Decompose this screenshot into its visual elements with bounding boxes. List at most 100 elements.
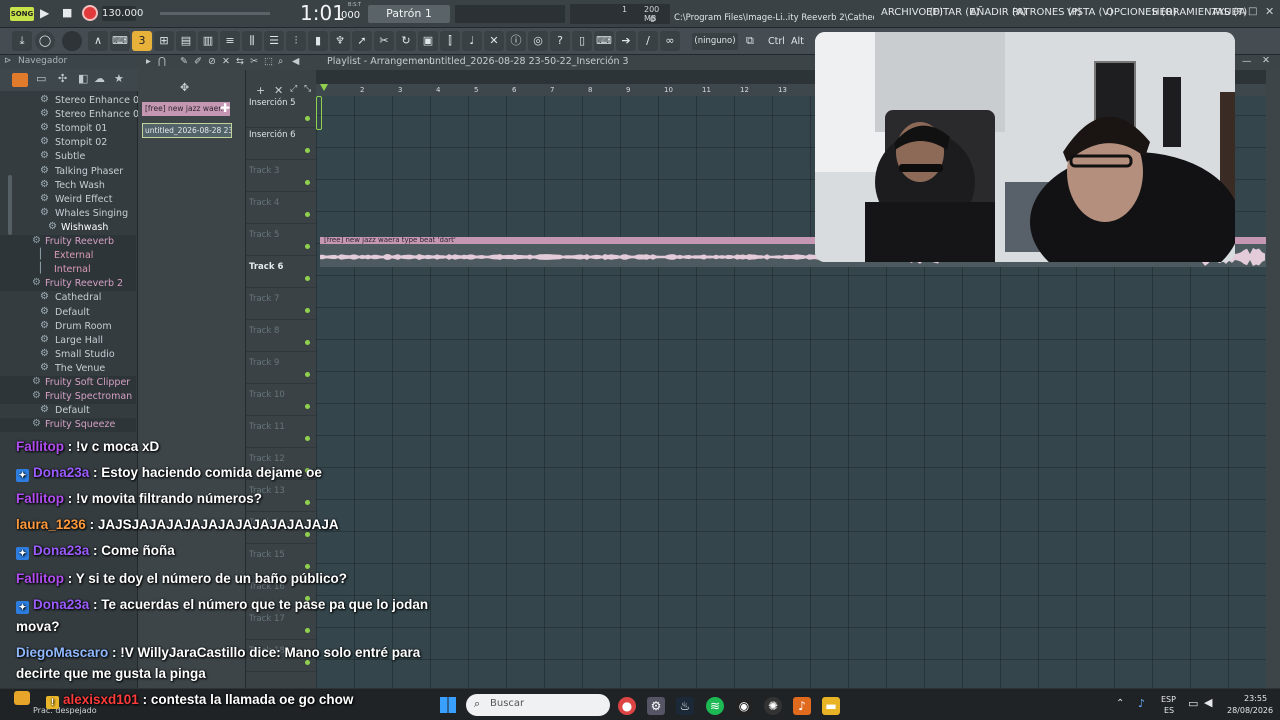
browser-item[interactable]: ⚙ Small Studio bbox=[0, 348, 136, 362]
browser-item[interactable]: ⚙ Weird Effect bbox=[0, 193, 136, 207]
search-box[interactable]: ⌕ Buscar bbox=[466, 694, 610, 716]
star-icon[interactable]: ★ bbox=[114, 72, 124, 85]
browser-item[interactable]: ⚙ Fruity Squeeze bbox=[0, 418, 136, 433]
plugin-icon[interactable]: ♆ bbox=[330, 31, 350, 51]
browser-item[interactable]: ⚙ Fruity Soft Clipper bbox=[0, 376, 136, 390]
track-enable-led[interactable] bbox=[305, 148, 310, 153]
browser-item[interactable]: ⚙ Fruity Reeverb 2 bbox=[0, 277, 136, 292]
track-enable-led[interactable] bbox=[305, 276, 310, 281]
browser-item[interactable]: ⚙ Fruity Spectroman bbox=[0, 390, 136, 405]
windows-start-icon[interactable] bbox=[440, 697, 456, 713]
minimize-icon[interactable]: — bbox=[1232, 6, 1242, 17]
browser-item[interactable]: ⚙ Wishwash bbox=[0, 221, 136, 235]
link-icon[interactable]: ∞ bbox=[660, 31, 680, 51]
pattern-item[interactable]: [free] new jazz waer.. bbox=[142, 102, 230, 116]
draw-tool-icon[interactable]: ✎ bbox=[180, 56, 188, 67]
step-edit-icon[interactable]: 3 bbox=[132, 31, 152, 51]
browser-item[interactable]: ⚙ Fruity Reeverb bbox=[0, 235, 136, 249]
track-header[interactable]: Track 8 bbox=[246, 320, 316, 352]
track-enable-led[interactable] bbox=[305, 404, 310, 409]
browser-item[interactable]: ⚙ The Venue bbox=[0, 362, 136, 376]
multi-link-icon[interactable]: ⧉ bbox=[746, 34, 754, 48]
magnet-icon[interactable]: ⋂ bbox=[158, 56, 166, 67]
discord-icon[interactable]: ✺ bbox=[764, 697, 782, 715]
piano-roll-icon[interactable]: ▥ bbox=[198, 31, 218, 51]
metronome-knob-icon[interactable] bbox=[62, 31, 82, 51]
pattern-item-selected[interactable]: untitled_2026-08-28 23-... bbox=[142, 123, 232, 138]
folder-icon[interactable]: ▭ bbox=[36, 72, 46, 85]
file-explorer-icon[interactable]: ▬ bbox=[822, 697, 840, 715]
browser-item[interactable]: ⚙ Whales Singing bbox=[0, 207, 136, 221]
channel-icon[interactable]: ⫿ bbox=[440, 31, 460, 51]
steam-icon[interactable]: ♨ bbox=[676, 697, 694, 715]
track-enable-led[interactable] bbox=[305, 180, 310, 185]
track-enable-led[interactable] bbox=[305, 436, 310, 441]
stop-icon[interactable]: ■ bbox=[62, 6, 72, 19]
spotify-icon[interactable]: ≋ bbox=[706, 697, 724, 715]
wave-icon[interactable]: ∧ bbox=[88, 31, 108, 51]
loop-icon[interactable]: ◯ bbox=[35, 31, 55, 51]
pick-icon[interactable]: ➚ bbox=[352, 31, 372, 51]
sliders-icon[interactable]: ≡ bbox=[220, 31, 240, 51]
tray-mic-icon[interactable]: ♪ bbox=[1138, 697, 1145, 710]
track-enable-led[interactable] bbox=[305, 372, 310, 377]
maximize-icon[interactable]: □ bbox=[1248, 6, 1257, 17]
brush-icon[interactable]: ∕ bbox=[638, 31, 658, 51]
browser-item[interactable]: ⚙ Stereo Enhance 02 bbox=[0, 108, 145, 122]
track-enable-led[interactable] bbox=[305, 212, 310, 217]
add-pattern-icon[interactable]: ✚ bbox=[220, 101, 230, 115]
settings-icon[interactable]: ⚙ bbox=[647, 697, 665, 715]
all-icon[interactable] bbox=[12, 73, 28, 87]
play-icon[interactable]: ▶ bbox=[40, 6, 49, 20]
track-header[interactable]: Track 3 bbox=[246, 160, 316, 192]
export-icon[interactable]: ⤓ bbox=[12, 31, 32, 51]
expand-icon[interactable]: ⤡ bbox=[304, 84, 311, 94]
track-header[interactable]: Track 4 bbox=[246, 192, 316, 224]
record-icon[interactable] bbox=[82, 5, 98, 21]
browser-item[interactable]: ⚙ Drum Room bbox=[0, 320, 136, 334]
browser-item[interactable]: ⚙ Stompit 02 bbox=[0, 136, 136, 150]
help-icon[interactable]: ? bbox=[550, 31, 570, 51]
chrome-icon[interactable]: ● bbox=[618, 697, 636, 715]
ctrl-key[interactable]: Ctrl bbox=[768, 36, 785, 47]
weather-icon[interactable] bbox=[14, 691, 30, 705]
volume-icon[interactable]: ◀ bbox=[1204, 696, 1212, 709]
browser-scrollbar[interactable] bbox=[8, 175, 12, 235]
language-bottom[interactable]: ES bbox=[1164, 706, 1174, 715]
speech-icon[interactable]: ◎ bbox=[528, 31, 548, 51]
select-tool-icon[interactable]: ⬚ bbox=[264, 56, 273, 67]
document-icon[interactable]: ▯ bbox=[572, 31, 592, 51]
tray-expand-icon[interactable]: ⌃ bbox=[1116, 698, 1124, 709]
slice-tool-icon[interactable]: ✂ bbox=[250, 56, 258, 67]
browser-item[interactable]: ⚙ Stompit 01 bbox=[0, 122, 136, 136]
fl-studio-icon[interactable]: ♪ bbox=[793, 697, 811, 715]
alt-key[interactable]: Alt bbox=[791, 36, 804, 47]
browser-item[interactable]: ⚙ Cathedral bbox=[0, 291, 136, 305]
tuner-icon[interactable]: ⫶ bbox=[286, 31, 306, 51]
playlist-menu-icon[interactable]: ▸ bbox=[146, 56, 151, 67]
playlist-icon[interactable]: ☰ bbox=[264, 31, 284, 51]
delete-tool-icon[interactable]: ⊘ bbox=[208, 56, 216, 67]
typing-keyboard-icon[interactable]: ⌨ bbox=[110, 31, 130, 51]
mute-tool-icon[interactable]: ✕ bbox=[222, 56, 230, 67]
song-mode-button[interactable]: SONG bbox=[10, 7, 34, 21]
pattern-nav-icon[interactable]: ✥ bbox=[180, 81, 189, 94]
track-enable-led[interactable] bbox=[305, 244, 310, 249]
save-icon[interactable]: ▣ bbox=[418, 31, 438, 51]
slip-tool-icon[interactable]: ⇆ bbox=[236, 56, 244, 67]
clock-time[interactable]: 23:55 bbox=[1244, 694, 1267, 703]
vertical-scrollbar[interactable] bbox=[1266, 70, 1280, 688]
paint-tool-icon[interactable]: ✐ bbox=[194, 56, 202, 67]
browser-item[interactable]: ⚙ Default bbox=[0, 306, 136, 320]
track-header[interactable]: Track 7 bbox=[246, 288, 316, 320]
cloud-icon[interactable]: ☁ bbox=[94, 72, 105, 85]
mixer-icon[interactable]: ⊞ bbox=[154, 31, 174, 51]
browser-item[interactable]: ⚙ Large Hall bbox=[0, 334, 136, 348]
clock-date[interactable]: 28/08/2026 bbox=[1227, 706, 1273, 715]
browser-item[interactable]: ▏ Internal bbox=[0, 263, 136, 278]
playhead-marker[interactable] bbox=[320, 84, 328, 91]
snap-selector[interactable]: (ninguno) bbox=[692, 33, 738, 50]
browser-item[interactable]: ▏ External bbox=[0, 249, 136, 264]
keyboard-icon[interactable]: ⌨ bbox=[594, 31, 614, 51]
mic-icon[interactable]: ♩ bbox=[462, 31, 482, 51]
